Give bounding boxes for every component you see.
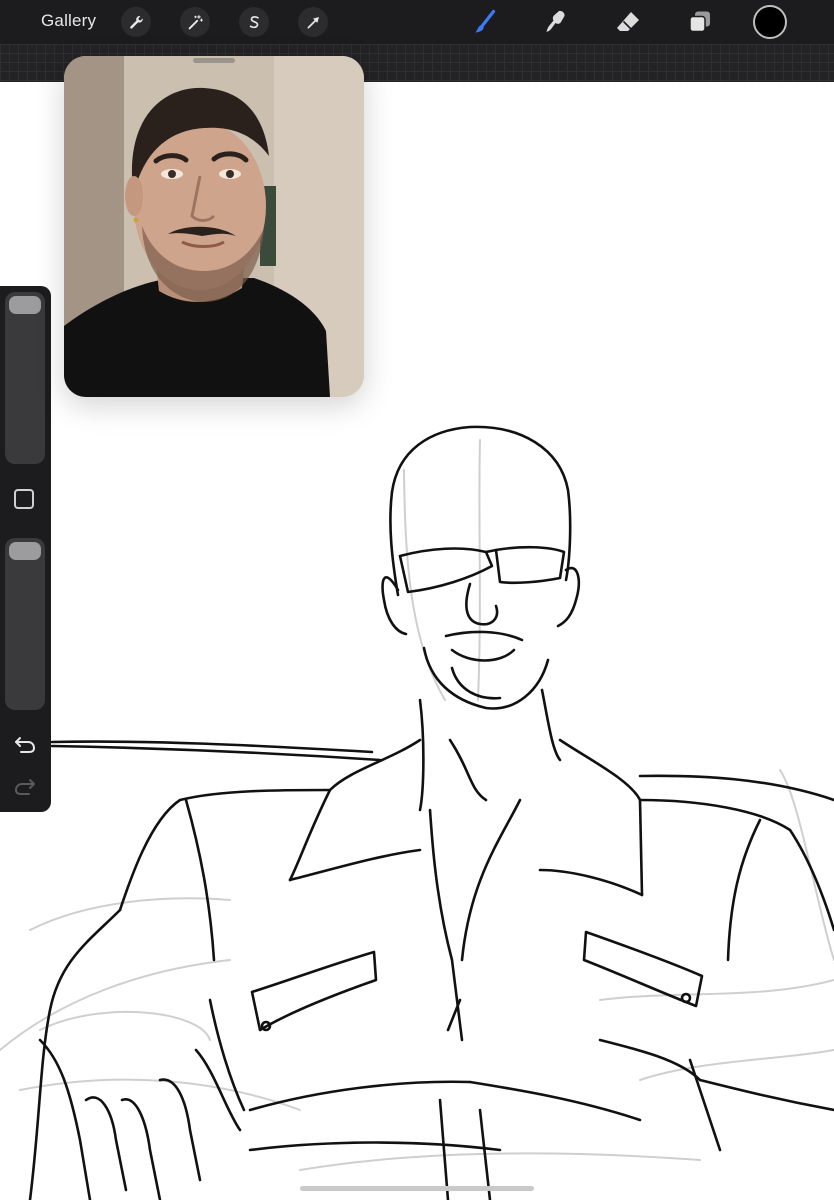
brush-opacity-slider[interactable] — [5, 538, 45, 710]
undo-button[interactable] — [11, 732, 39, 756]
selection-s-icon — [249, 15, 259, 28]
smudge-tool-button[interactable] — [540, 6, 572, 38]
layers-icon — [689, 11, 710, 33]
eraser-tool-button[interactable] — [612, 6, 644, 38]
reference-photo-window[interactable] — [64, 56, 364, 397]
gallery-button[interactable]: Gallery — [41, 11, 96, 31]
modify-button[interactable] — [14, 489, 34, 509]
undo-arrow-icon — [15, 737, 36, 753]
adjustments-button[interactable] — [180, 7, 210, 37]
transform-button[interactable] — [298, 7, 328, 37]
brush-size-handle[interactable] — [9, 296, 41, 314]
redo-arrow-icon — [14, 779, 35, 795]
selection-button[interactable] — [239, 7, 269, 37]
color-picker-button[interactable] — [753, 5, 787, 39]
arrow-cursor-icon — [307, 16, 319, 28]
layers-button[interactable] — [684, 6, 716, 38]
magic-wand-icon — [188, 14, 203, 29]
left-sidebar — [0, 286, 51, 812]
eraser-icon — [617, 12, 639, 31]
actions-button[interactable] — [121, 7, 151, 37]
home-indicator — [300, 1186, 534, 1191]
smudge-finger-icon — [546, 10, 565, 32]
brush-opacity-handle[interactable] — [9, 542, 41, 560]
redo-button[interactable] — [11, 774, 39, 798]
brush-tool-button[interactable] — [469, 6, 501, 38]
reference-photo — [64, 56, 364, 397]
top-toolbar: Gallery — [0, 0, 834, 44]
brush-icon — [475, 9, 496, 33]
brush-size-slider[interactable] — [5, 292, 45, 464]
wrench-icon — [129, 15, 143, 29]
reference-window-grabber[interactable] — [193, 58, 235, 63]
